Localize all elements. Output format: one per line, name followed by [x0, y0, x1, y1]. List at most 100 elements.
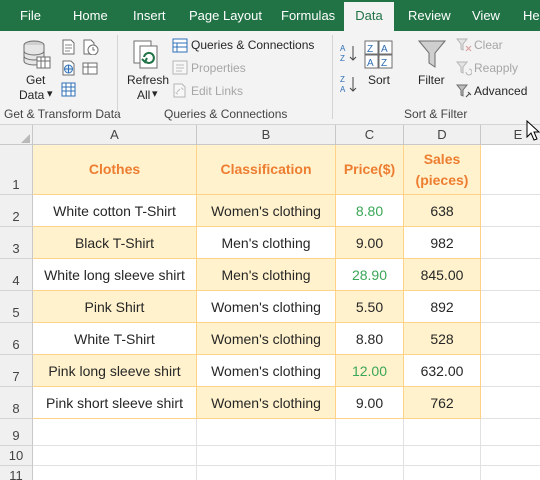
- svg-text:Z: Z: [340, 54, 345, 63]
- row-header-9[interactable]: 9: [0, 419, 33, 446]
- empty-cell[interactable]: [33, 446, 197, 466]
- table-cell[interactable]: Pink long sleeve shirt: [33, 355, 197, 387]
- column-header-d[interactable]: D: [404, 125, 481, 145]
- table-cell[interactable]: White T-Shirt: [33, 323, 197, 355]
- svg-text:A: A: [340, 44, 346, 53]
- tab-review[interactable]: Review: [408, 0, 451, 31]
- table-cell[interactable]: Women's clothing: [197, 195, 336, 227]
- empty-cell[interactable]: [481, 259, 540, 291]
- existing-connections-icon[interactable]: [82, 60, 99, 76]
- sort-label: Sort: [368, 73, 391, 87]
- table-cell[interactable]: 528: [404, 323, 481, 355]
- refresh-icon: [133, 40, 158, 69]
- empty-cell[interactable]: [481, 466, 540, 480]
- row-header-7[interactable]: 7: [0, 355, 33, 387]
- tab-page-layout[interactable]: Page Layout: [189, 0, 262, 31]
- edit-links-icon: [173, 83, 186, 98]
- table-cell[interactable]: Men's clothing: [197, 259, 336, 291]
- queries-connections-label: Queries & Connections: [191, 38, 315, 52]
- sort-asc-icon[interactable]: A Z: [339, 43, 359, 63]
- table-cell[interactable]: White long sleeve shirt: [33, 259, 197, 291]
- header-cell-price[interactable]: Price($): [336, 145, 404, 195]
- empty-cell[interactable]: [33, 419, 197, 446]
- tab-home[interactable]: Home: [73, 0, 108, 31]
- table-cell[interactable]: 28.90: [336, 259, 404, 291]
- column-header-c[interactable]: C: [336, 125, 404, 145]
- select-all-triangle: [21, 134, 30, 143]
- empty-cell[interactable]: [481, 446, 540, 466]
- svg-text:Z: Z: [367, 44, 373, 55]
- tab-formulas[interactable]: Formulas: [281, 0, 335, 31]
- table-cell[interactable]: 5.50: [336, 291, 404, 323]
- table-cell[interactable]: Women's clothing: [197, 355, 336, 387]
- tab-insert[interactable]: Insert: [133, 0, 166, 31]
- row-header-4[interactable]: 4: [0, 259, 33, 291]
- empty-cell[interactable]: [481, 291, 540, 323]
- recent-sources-icon[interactable]: [82, 39, 99, 55]
- empty-cell[interactable]: [33, 466, 197, 480]
- table-cell[interactable]: 892: [404, 291, 481, 323]
- row-header-11[interactable]: 11: [0, 466, 33, 480]
- table-cell[interactable]: Black T-Shirt: [33, 227, 197, 259]
- tab-help[interactable]: He: [523, 0, 540, 31]
- row-header-5[interactable]: 5: [0, 291, 33, 323]
- table-cell[interactable]: 9.00: [336, 387, 404, 419]
- table-cell[interactable]: Women's clothing: [197, 291, 336, 323]
- empty-cell[interactable]: [481, 323, 540, 355]
- group-separator: [117, 35, 118, 119]
- empty-cell[interactable]: [336, 419, 404, 446]
- empty-cell[interactable]: [481, 355, 540, 387]
- column-header-b[interactable]: B: [197, 125, 336, 145]
- empty-cell[interactable]: [481, 227, 540, 259]
- tab-view[interactable]: View: [472, 0, 500, 31]
- chevron-down-icon: ▾: [152, 88, 158, 100]
- from-web-icon[interactable]: [61, 60, 76, 76]
- row-header-10[interactable]: 10: [0, 446, 33, 466]
- table-cell[interactable]: 982: [404, 227, 481, 259]
- table-cell[interactable]: 638: [404, 195, 481, 227]
- empty-cell[interactable]: [481, 419, 540, 446]
- empty-cell[interactable]: [197, 419, 336, 446]
- select-all-button[interactable]: [0, 125, 33, 145]
- header-cell-clothes[interactable]: Clothes: [33, 145, 197, 195]
- empty-cell[interactable]: [197, 446, 336, 466]
- table-cell[interactable]: White cotton T-Shirt: [33, 195, 197, 227]
- table-cell[interactable]: Men's clothing: [197, 227, 336, 259]
- empty-cell[interactable]: [404, 466, 481, 480]
- header-cell-classification[interactable]: Classification: [197, 145, 336, 195]
- row-header-3[interactable]: 3: [0, 227, 33, 259]
- empty-cell[interactable]: [481, 387, 540, 419]
- empty-cell[interactable]: [404, 446, 481, 466]
- advanced-label: Advanced: [474, 84, 528, 98]
- tab-file[interactable]: File: [20, 0, 41, 31]
- table-cell[interactable]: Pink short sleeve shirt: [33, 387, 197, 419]
- header-cell-sales[interactable]: Sales (pieces): [404, 145, 481, 195]
- tab-data[interactable]: Data: [344, 2, 394, 31]
- row-header-1[interactable]: 1: [0, 145, 33, 195]
- table-cell[interactable]: 845.00: [404, 259, 481, 291]
- mouse-cursor-icon: [526, 120, 540, 141]
- empty-cell[interactable]: [481, 145, 540, 195]
- empty-cell[interactable]: [336, 446, 404, 466]
- empty-cell[interactable]: [197, 466, 336, 480]
- table-cell[interactable]: 8.80: [336, 323, 404, 355]
- table-cell[interactable]: Pink Shirt: [33, 291, 197, 323]
- sort-desc-icon[interactable]: Z A: [339, 74, 359, 94]
- table-cell[interactable]: 12.00: [336, 355, 404, 387]
- table-cell[interactable]: Women's clothing: [197, 323, 336, 355]
- svg-text:Z: Z: [381, 58, 387, 69]
- row-header-2[interactable]: 2: [0, 195, 33, 227]
- row-header-8[interactable]: 8: [0, 387, 33, 419]
- table-cell[interactable]: 8.80: [336, 195, 404, 227]
- table-cell[interactable]: 632.00: [404, 355, 481, 387]
- empty-cell[interactable]: [336, 466, 404, 480]
- table-cell[interactable]: 762: [404, 387, 481, 419]
- from-table-icon[interactable]: [61, 82, 76, 98]
- row-header-6[interactable]: 6: [0, 323, 33, 355]
- table-cell[interactable]: 9.00: [336, 227, 404, 259]
- from-text-icon[interactable]: [61, 39, 76, 55]
- table-cell[interactable]: Women's clothing: [197, 387, 336, 419]
- empty-cell[interactable]: [404, 419, 481, 446]
- empty-cell[interactable]: [481, 195, 540, 227]
- column-header-a[interactable]: A: [33, 125, 197, 145]
